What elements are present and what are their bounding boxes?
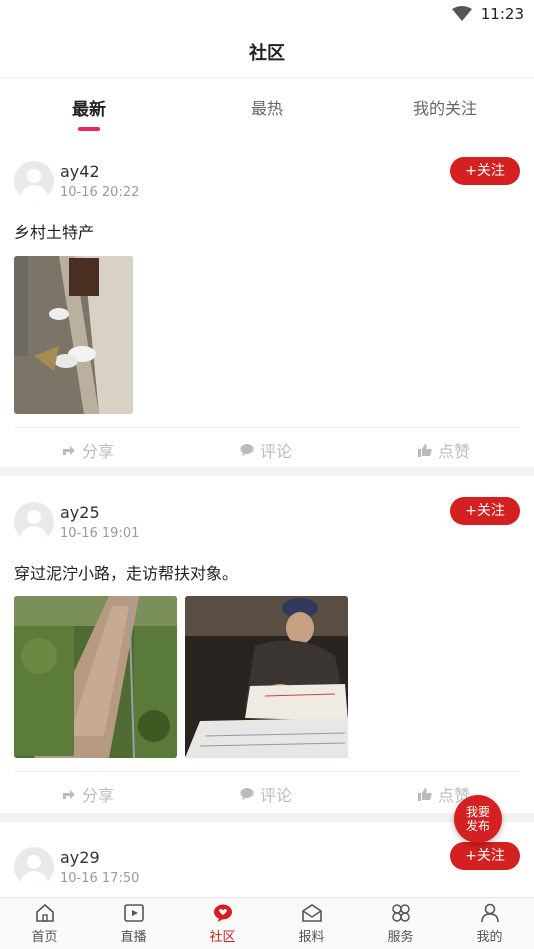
post-date: 10-16 17:50: [60, 871, 140, 886]
share-icon: [63, 446, 75, 455]
comment-button[interactable]: 评论: [240, 438, 292, 462]
avatar[interactable]: [14, 161, 54, 201]
tab-label: 最新: [72, 100, 106, 120]
post-date: 10-16 19:01: [60, 526, 140, 541]
comment-icon: [240, 788, 254, 800]
post-image-path[interactable]: [14, 596, 177, 758]
services-icon: [391, 904, 410, 922]
post-image-geese[interactable]: [14, 256, 133, 414]
tab-indicator: [78, 127, 100, 131]
page-title: 社区: [249, 43, 285, 64]
nav-services[interactable]: 服务: [356, 902, 445, 945]
comment-button[interactable]: 评论: [240, 782, 292, 806]
community-icon: [213, 904, 232, 922]
tab-label: 我的关注: [412, 99, 477, 118]
nav-community[interactable]: 社区: [178, 902, 267, 945]
nav-home[interactable]: 首页: [0, 902, 89, 945]
follow-button[interactable]: +关注: [450, 157, 520, 185]
post-username[interactable]: ay42: [60, 162, 100, 181]
share-icon: [63, 790, 75, 799]
avatar[interactable]: [14, 847, 54, 887]
nav-report[interactable]: 报料: [267, 902, 356, 945]
post-card[interactable]: ay29 10-16 17:50 +关注: [0, 822, 534, 897]
post-text: 乡村土特产: [14, 223, 95, 242]
status-time: 11:23: [480, 5, 524, 23]
post-image-elder[interactable]: [185, 596, 348, 758]
post-card[interactable]: ay42 10-16 20:22 +关注 乡村土特产 分享 评论 点赞: [0, 145, 534, 467]
status-bar: 11:23: [0, 0, 534, 28]
comment-icon: [240, 444, 254, 456]
post-text: 穿过泥泞小路，走访帮扶对象。: [14, 564, 239, 583]
post-actions: 分享 评论 点赞: [14, 771, 520, 811]
tab-following[interactable]: 我的关注: [375, 95, 515, 119]
report-icon: [301, 904, 322, 922]
tab-latest[interactable]: 最新: [19, 95, 159, 131]
tab-label: 最热: [250, 99, 283, 118]
thumbs-up-icon: [418, 444, 432, 457]
post-separator: [0, 467, 534, 476]
bottom-nav: 首页 直播 社区 报料 服务 我的: [0, 897, 534, 949]
publish-button[interactable]: 我要 发布: [454, 795, 502, 843]
nav-live[interactable]: 直播: [89, 902, 178, 945]
title-bar: 社区: [0, 28, 534, 78]
tab-bar: 最新 最热 我的关注: [0, 79, 534, 137]
avatar[interactable]: [14, 502, 54, 542]
profile-icon: [480, 903, 499, 923]
post-username[interactable]: ay29: [60, 848, 100, 867]
follow-button[interactable]: +关注: [450, 842, 520, 870]
share-button[interactable]: 分享: [62, 438, 114, 462]
post-actions: 分享 评论 点赞: [14, 427, 520, 467]
nav-profile[interactable]: 我的: [445, 902, 534, 945]
tab-hot[interactable]: 最热: [197, 95, 337, 119]
share-button[interactable]: 分享: [62, 782, 114, 806]
post-username[interactable]: ay25: [60, 503, 100, 522]
follow-button[interactable]: +关注: [450, 497, 520, 525]
video-icon: [123, 904, 144, 922]
home-icon: [35, 903, 54, 922]
post-date: 10-16 20:22: [60, 185, 140, 200]
like-button[interactable]: 点赞: [418, 438, 470, 462]
wifi-icon: [452, 6, 472, 21]
post-card[interactable]: ay25 10-16 19:01 +关注 穿过泥泞小路，走访帮扶对象。 分享 评…: [0, 476, 534, 813]
thumbs-up-icon: [418, 788, 432, 801]
